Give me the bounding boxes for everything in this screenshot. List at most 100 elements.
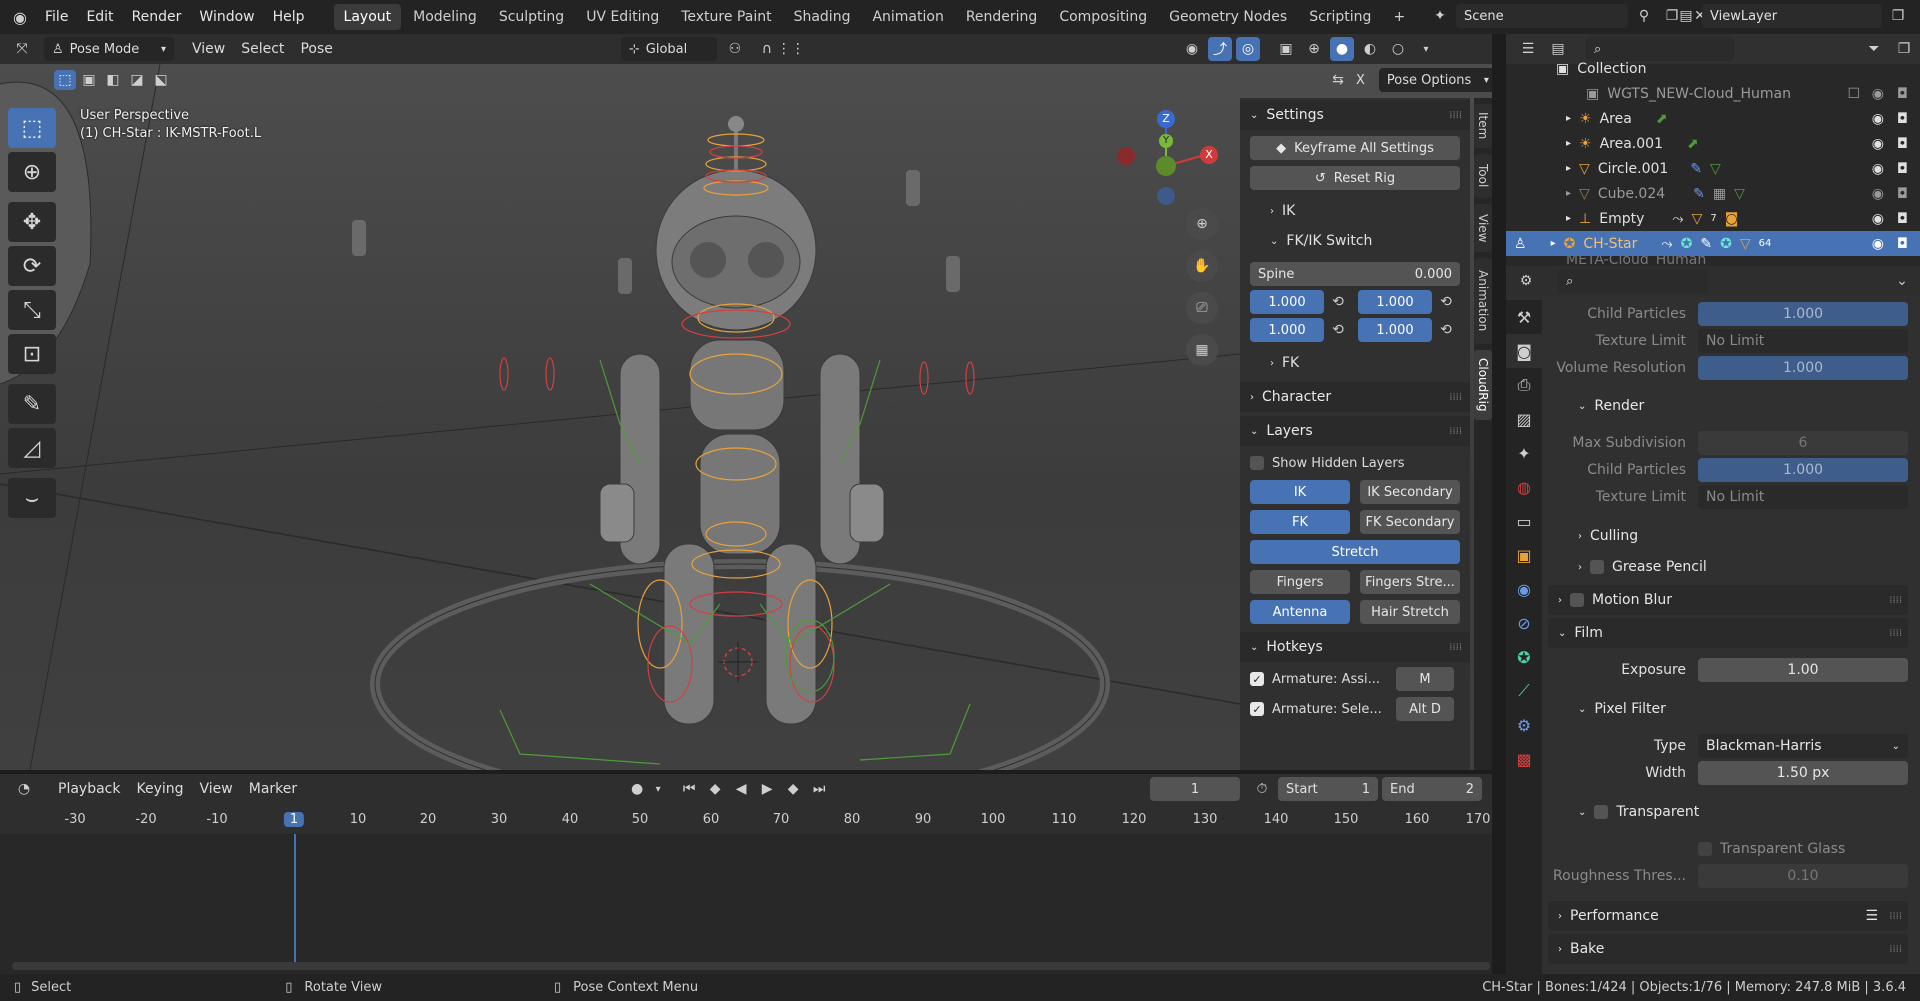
remove-viewlayer-icon[interactable]: ✕ [1914,4,1920,28]
switch-value-3[interactable]: 1.000 [1250,318,1324,342]
performance-panel-header[interactable]: › Performance ☰ ⁞⁞⁞⁞ [1548,901,1908,931]
tab-texture-paint[interactable]: Texture Paint [671,4,781,30]
view-layer-tab-icon[interactable]: ▨ [1506,402,1542,436]
outliner-row[interactable]: ▸ ☀ Area ⬈ ◉ ◘ [1506,106,1920,131]
render-tab-icon[interactable]: ◙ [1506,334,1542,368]
camera-render-icon[interactable]: ◘ [1897,111,1908,127]
layer-hair-stretch-button[interactable]: Hair Stretch [1360,600,1460,624]
pan-hand-icon[interactable]: ✋ [1186,250,1218,282]
grip-icon[interactable]: ⁞⁞⁞⁞ [1889,628,1902,639]
viewlayer-field[interactable]: ViewLayer [1702,4,1882,28]
max-subdivision-field[interactable]: 6 [1698,431,1908,455]
menu-file[interactable]: File [36,9,77,25]
layer-antenna-button[interactable]: Antenna [1250,600,1350,624]
hotkeys-panel-header[interactable]: ⌄ Hotkeys ⁞⁞⁞⁞ [1240,632,1470,662]
hotkey-select-key[interactable]: Alt D [1396,697,1454,721]
annotate-tool-icon[interactable]: ✎ [8,384,56,424]
keyframe-all-settings-button[interactable]: ◆ Keyframe All Settings [1250,136,1460,160]
tab-compositing[interactable]: Compositing [1049,4,1157,30]
jump-start-icon[interactable]: ⏮ [677,777,701,801]
snap-icon[interactable]: ∩ [755,37,779,61]
tab-animation[interactable]: Animation [862,4,953,30]
menu-pose[interactable]: Pose [292,41,340,57]
cursor-tool-icon[interactable]: ⊕ [8,152,56,192]
playhead-frame[interactable]: 1 [283,812,305,827]
navigation-gizmo[interactable]: Z Y X [1116,108,1226,218]
layer-fingers-button[interactable]: Fingers [1250,570,1350,594]
snap-target-icon[interactable]: ⋮⋮ [777,37,805,61]
visibility-icon[interactable]: ◉ [1180,37,1204,61]
properties-editor-icon[interactable]: ⚙ [1514,269,1538,293]
scene-icon[interactable]: ✦ [1428,4,1452,28]
outliner-row[interactable]: ▸ ☀ Area.001 ⬈ ◉ ◘ [1506,131,1920,156]
menu-edit[interactable]: Edit [77,9,122,25]
menu-window[interactable]: Window [190,9,263,25]
texture-limit-dropdown[interactable]: No Limit [1698,329,1908,353]
checkbox-checked-icon[interactable]: ✓ [1250,672,1264,686]
layer-fk-button[interactable]: FK [1250,510,1350,534]
bone-constraint-tab-icon[interactable]: ⚙ [1506,708,1542,742]
blender-logo-icon[interactable]: ◉ [8,5,32,29]
select-invert-icon[interactable]: ◪ [126,70,148,90]
layers-panel-header[interactable]: ⌄ Layers ⁞⁞⁞⁞ [1240,416,1470,446]
rotate-tool-icon[interactable]: ⟳ [8,246,56,286]
eye-icon[interactable]: ◉ [1872,136,1884,152]
switch-value-4[interactable]: 1.000 [1358,318,1432,342]
timeline-editor-icon[interactable]: ◔ [12,777,36,801]
mode-dropdown[interactable]: ♙ Pose Mode ▾ [44,37,174,61]
transparent-subpanel-header[interactable]: ⌄ Transparent [1548,797,1908,827]
switch-value-1[interactable]: 1.000 [1250,290,1324,314]
shading-options-icon[interactable]: ▾ [1414,37,1438,61]
timeline-ruler[interactable]: -30 -20 -10 1 10 20 30 40 50 60 70 80 90… [0,804,1492,834]
pixel-filter-subpanel-header[interactable]: ⌄ Pixel Filter [1548,694,1908,724]
xray-icon[interactable]: ▣ [1274,37,1298,61]
reset-rig-button[interactable]: ↺ Reset Rig [1250,166,1460,190]
outliner-row[interactable]: ▣ Collection [1506,56,1920,81]
switch-refresh-icon[interactable]: ⟲ [1436,290,1456,314]
menu-view[interactable]: View [184,41,233,57]
outliner-row[interactable]: ▸ ⊥ Empty ⤳ ▽ 7 ◙ ◉ ◘ [1506,206,1920,231]
grip-icon[interactable]: ⁞⁞⁞⁞ [1449,426,1462,437]
object-tab-icon[interactable]: ▣ [1506,538,1542,572]
physics-tab-icon[interactable]: ◉ [1506,572,1542,606]
fkik-switch-subpanel-header[interactable]: ⌄ FK/IK Switch [1240,226,1470,256]
tool-tab-icon[interactable]: ⚒ [1506,300,1542,334]
stopwatch-icon[interactable]: ⏱ [1250,777,1274,801]
editor-type-icon[interactable]: ⤧ [10,37,34,61]
camera-render-icon[interactable]: ◘ [1897,211,1908,227]
grip-icon[interactable]: ⁞⁞⁞⁞ [1449,110,1462,121]
transform-tool-icon[interactable]: ⊡ [8,334,56,374]
fk-subpanel-header[interactable]: › FK [1240,348,1470,378]
solid-shading-icon[interactable]: ● [1330,37,1354,61]
grip-icon[interactable]: ⁞⁞⁞⁞ [1889,595,1902,606]
new-viewlayer-icon[interactable]: ❐ [1886,4,1910,28]
gizmo-y-label[interactable]: Y [1159,134,1173,148]
checkbox-icon[interactable]: ☐ [1847,86,1860,102]
grip-icon[interactable]: ⁞⁞⁞⁞ [1449,642,1462,653]
presets-list-icon[interactable]: ☰ [1865,908,1878,924]
menu-select[interactable]: Select [233,41,292,57]
viewlayer-icon[interactable]: ▤ [1674,4,1698,28]
layer-fk-secondary-button[interactable]: FK Secondary [1360,510,1460,534]
camera-render-icon[interactable]: ◘ [1897,86,1908,102]
render-subpanel-header[interactable]: ⌄ Render [1548,391,1908,421]
grip-icon[interactable]: ⁞⁞⁞⁞ [1889,911,1902,922]
eye-icon[interactable]: ◉ [1872,111,1884,127]
grid-perspective-icon[interactable]: ▦ [1186,334,1218,366]
play-icon[interactable]: ▶ [755,777,779,801]
gizmo-x-label[interactable]: X [1200,146,1218,164]
gizmo-z-label[interactable]: Z [1157,110,1175,128]
expand-icon[interactable]: ▸ [1566,113,1571,124]
mirror-icon[interactable]: ⇆ [1326,68,1350,92]
texture-tab-icon[interactable]: ▩ [1506,742,1542,776]
expand-icon[interactable]: ▸ [1566,213,1571,224]
camera-render-icon[interactable]: ◘ [1897,136,1908,152]
tab-view[interactable]: View [1474,204,1492,252]
object-constraint-tab-icon[interactable]: ⊘ [1506,606,1542,640]
camera-render-icon[interactable]: ◘ [1897,186,1908,202]
jump-end-icon[interactable]: ⏭ [807,777,831,801]
current-frame-field[interactable]: 1 [1150,777,1240,801]
tab-sculpting[interactable]: Sculpting [489,4,574,30]
select-intersect-icon[interactable]: ⬕ [150,70,172,90]
select-extend-icon[interactable]: ▣ [78,70,100,90]
